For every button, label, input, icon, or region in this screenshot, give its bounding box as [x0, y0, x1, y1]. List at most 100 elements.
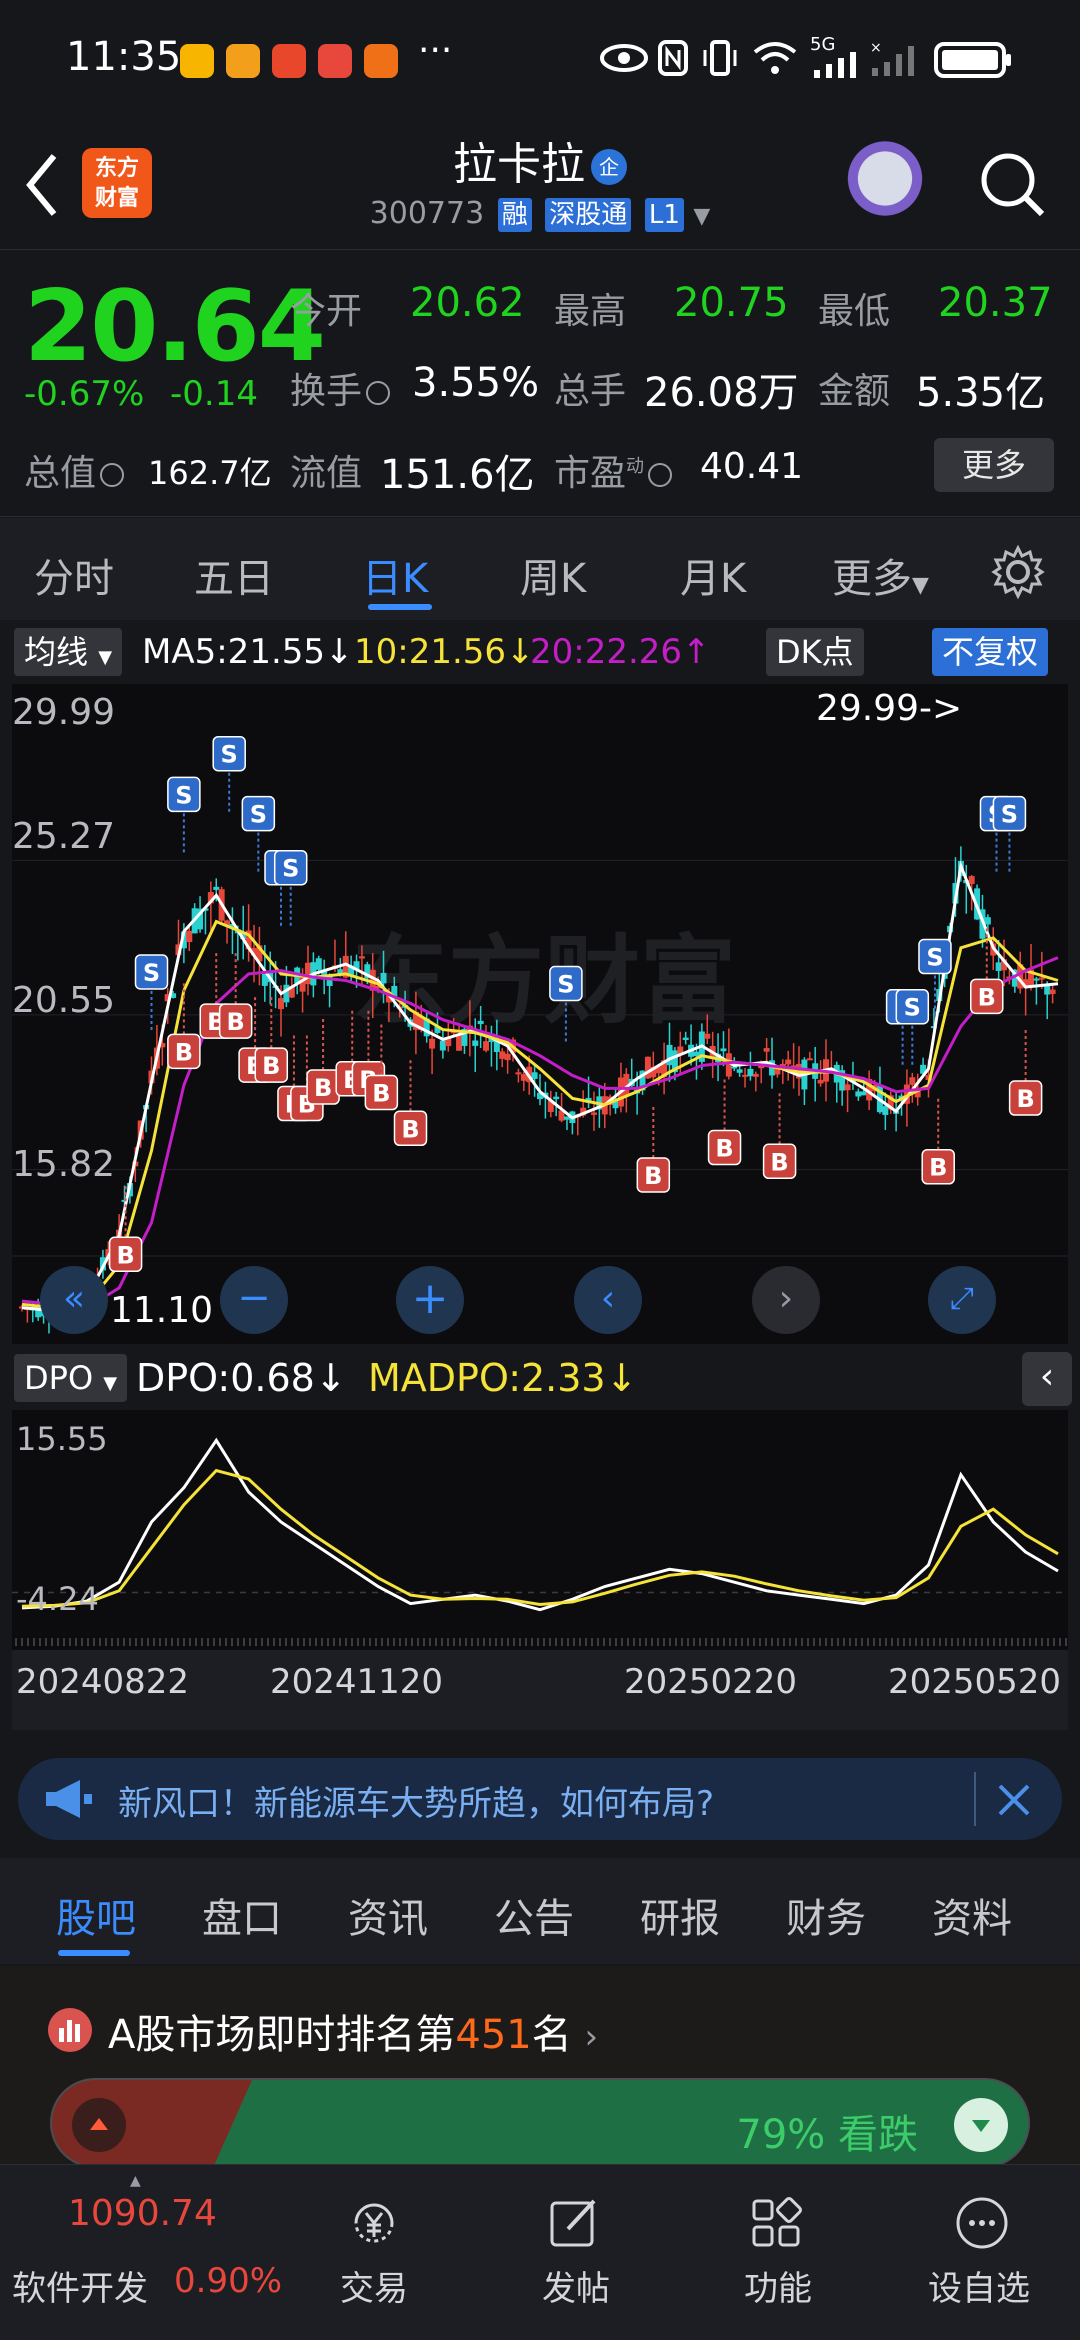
market-cap-value: 162.7亿: [148, 454, 272, 492]
zoom-out-button[interactable]: −: [220, 1266, 288, 1334]
promo-banner[interactable]: 新风口！新能源车大势所趋，如何布局?: [18, 1758, 1062, 1840]
x-tick-label: 20250220: [624, 1662, 798, 1702]
candle-body: [590, 1112, 597, 1115]
period-tabs: 分时 五日 日K 周K 月K 更多▼: [0, 518, 1080, 620]
app-notification-icon: [226, 44, 260, 78]
pe-value: 40.41: [700, 446, 804, 487]
search-icon[interactable]: [978, 150, 1048, 220]
zoom-in-button[interactable]: +: [396, 1266, 464, 1334]
active-tab-indicator: [368, 604, 432, 610]
tab-profile[interactable]: 资料: [932, 1886, 1012, 1944]
dpo-svg: [12, 1437, 1068, 1646]
float-cap-label: 流值: [290, 453, 363, 494]
info-icon[interactable]: [366, 381, 391, 405]
tab-intraday[interactable]: 分时: [34, 546, 114, 604]
collapse-panel-button[interactable]: ‹: [1022, 1352, 1072, 1406]
nav-add-watchlist[interactable]: 设自选: [906, 2165, 1076, 2340]
y-tick-label: 15.82: [12, 1144, 116, 1185]
sector-index-button[interactable]: ▲ 1090.74 软件开发 0.90%: [0, 2165, 282, 2340]
candle-body: [742, 1074, 749, 1077]
candle-body: [520, 1074, 527, 1081]
nav-functions-label: 功能: [744, 2269, 812, 2309]
sentiment-bar[interactable]: 79% 看跌: [50, 2078, 1030, 2168]
candle-body: [304, 962, 311, 985]
bearish-button[interactable]: [954, 2098, 1008, 2152]
candle-body: [515, 1072, 522, 1075]
settings-gear-icon[interactable]: [990, 544, 1046, 600]
x-tick-label: 20250520: [888, 1662, 1062, 1702]
nav-post[interactable]: 发帖: [502, 2165, 652, 2340]
kline-chart[interactable]: 东方财富SSSSSSSSSSSSBBBBBBBBBBBBBBBBBBB 29.9…: [12, 684, 1068, 1344]
ranking-text: A股市场即时排名第451名 ›: [108, 2012, 599, 2058]
fullscreen-button[interactable]: ⤢: [928, 1266, 996, 1334]
tab-research[interactable]: 研报: [640, 1886, 720, 1944]
more-circle-icon: [956, 2197, 1008, 2249]
scroll-left-button[interactable]: ‹: [574, 1266, 642, 1334]
status-time: 11:35: [66, 34, 182, 80]
max-price-label: 29.99->: [816, 688, 963, 729]
candle-body: [785, 1059, 792, 1065]
candle-body: [763, 1048, 770, 1052]
candle-body: [995, 962, 1002, 971]
connect-tag: 深股通: [545, 198, 632, 232]
buy-signal-marker: B: [636, 1105, 671, 1193]
bottom-navigation: ▲ 1090.74 软件开发 0.90% 交易 发帖 功能 设自选: [0, 2164, 1080, 2340]
tab-forum[interactable]: 股吧: [56, 1886, 136, 1944]
dpo-indicator-selector[interactable]: DPO ▼: [14, 1354, 128, 1402]
tab-news[interactable]: 资讯: [348, 1886, 428, 1944]
tab-monthly-k[interactable]: 月K: [680, 546, 746, 604]
tab-financials[interactable]: 财务: [786, 1886, 866, 1944]
stock-header: 东方 财富 拉卡拉企 300773 融 深股通 L1 ▼: [0, 120, 1080, 250]
y-tick-label: -4.24: [16, 1580, 99, 1618]
adjust-toggle-button[interactable]: 不复权: [932, 628, 1049, 676]
ranking-section[interactable]: A股市场即时排名第451名 › 79% 看跌: [0, 1966, 1080, 2168]
buy-signal-marker: B: [921, 1097, 955, 1185]
sell-signal-marker: S: [134, 954, 169, 1033]
candle-body: [472, 1040, 479, 1046]
vibrate-icon: [703, 40, 737, 76]
content-tabs: 股吧 盘口 资讯 公告 研报 财务 资料: [0, 1858, 1080, 1964]
grid-functions-icon: [752, 2197, 802, 2247]
candle-body: [1049, 989, 1056, 995]
tab-weekly-k[interactable]: 周K: [520, 546, 586, 604]
nav-trade-label: 交易: [340, 2269, 408, 2309]
scroll-right-button[interactable]: ›: [752, 1266, 820, 1334]
high-value: 20.75: [674, 280, 789, 326]
nav-functions[interactable]: 功能: [704, 2165, 854, 2340]
low-value: 20.37: [938, 280, 1053, 326]
dpo-chart[interactable]: 15.55 -4.24: [12, 1410, 1068, 1650]
candle-body: [531, 1072, 538, 1079]
candle-body: [968, 876, 975, 884]
pe-label: 市盈动: [554, 444, 673, 496]
info-icon[interactable]: [100, 463, 125, 487]
svg-text:S: S: [175, 781, 192, 809]
nfc-icon: [658, 40, 688, 76]
dk-point-button[interactable]: DK点: [766, 628, 864, 676]
app-notification-icon: [364, 44, 398, 78]
scroll-start-button[interactable]: «: [40, 1266, 108, 1334]
candle-body: [720, 1048, 727, 1052]
candle-body: [213, 886, 220, 890]
nav-trade[interactable]: 交易: [300, 2165, 450, 2340]
nav-add-watchlist-label: 设自选: [928, 2269, 1030, 2309]
tab-announcements[interactable]: 公告: [494, 1886, 574, 1944]
eye-icon: [600, 44, 648, 72]
ma-indicator-selector[interactable]: 均线 ▼: [14, 628, 123, 676]
tab-daily-k[interactable]: 日K: [362, 546, 428, 604]
quote-panel: 20.64 -0.67% -0.14 今开 20.62 最高 20.75 最低 …: [0, 252, 1080, 517]
info-icon[interactable]: [648, 463, 673, 487]
tab-five-day[interactable]: 五日: [194, 546, 274, 604]
tab-orderbook[interactable]: 盘口: [202, 1886, 282, 1944]
divider: [974, 1772, 976, 1826]
candle-body: [984, 917, 991, 925]
robot-assistant-icon[interactable]: [840, 138, 930, 228]
more-quote-button[interactable]: 更多: [934, 438, 1054, 492]
level-tag: L1: [644, 198, 684, 232]
candle-body: [693, 1051, 700, 1057]
triangle-down-icon: [972, 2120, 990, 2132]
sector-name: 软件开发: [12, 2269, 148, 2309]
close-icon[interactable]: [994, 1780, 1034, 1820]
bullish-button[interactable]: [72, 2098, 126, 2152]
candle-body: [747, 1068, 754, 1077]
tab-more-periods[interactable]: 更多▼: [832, 546, 929, 604]
